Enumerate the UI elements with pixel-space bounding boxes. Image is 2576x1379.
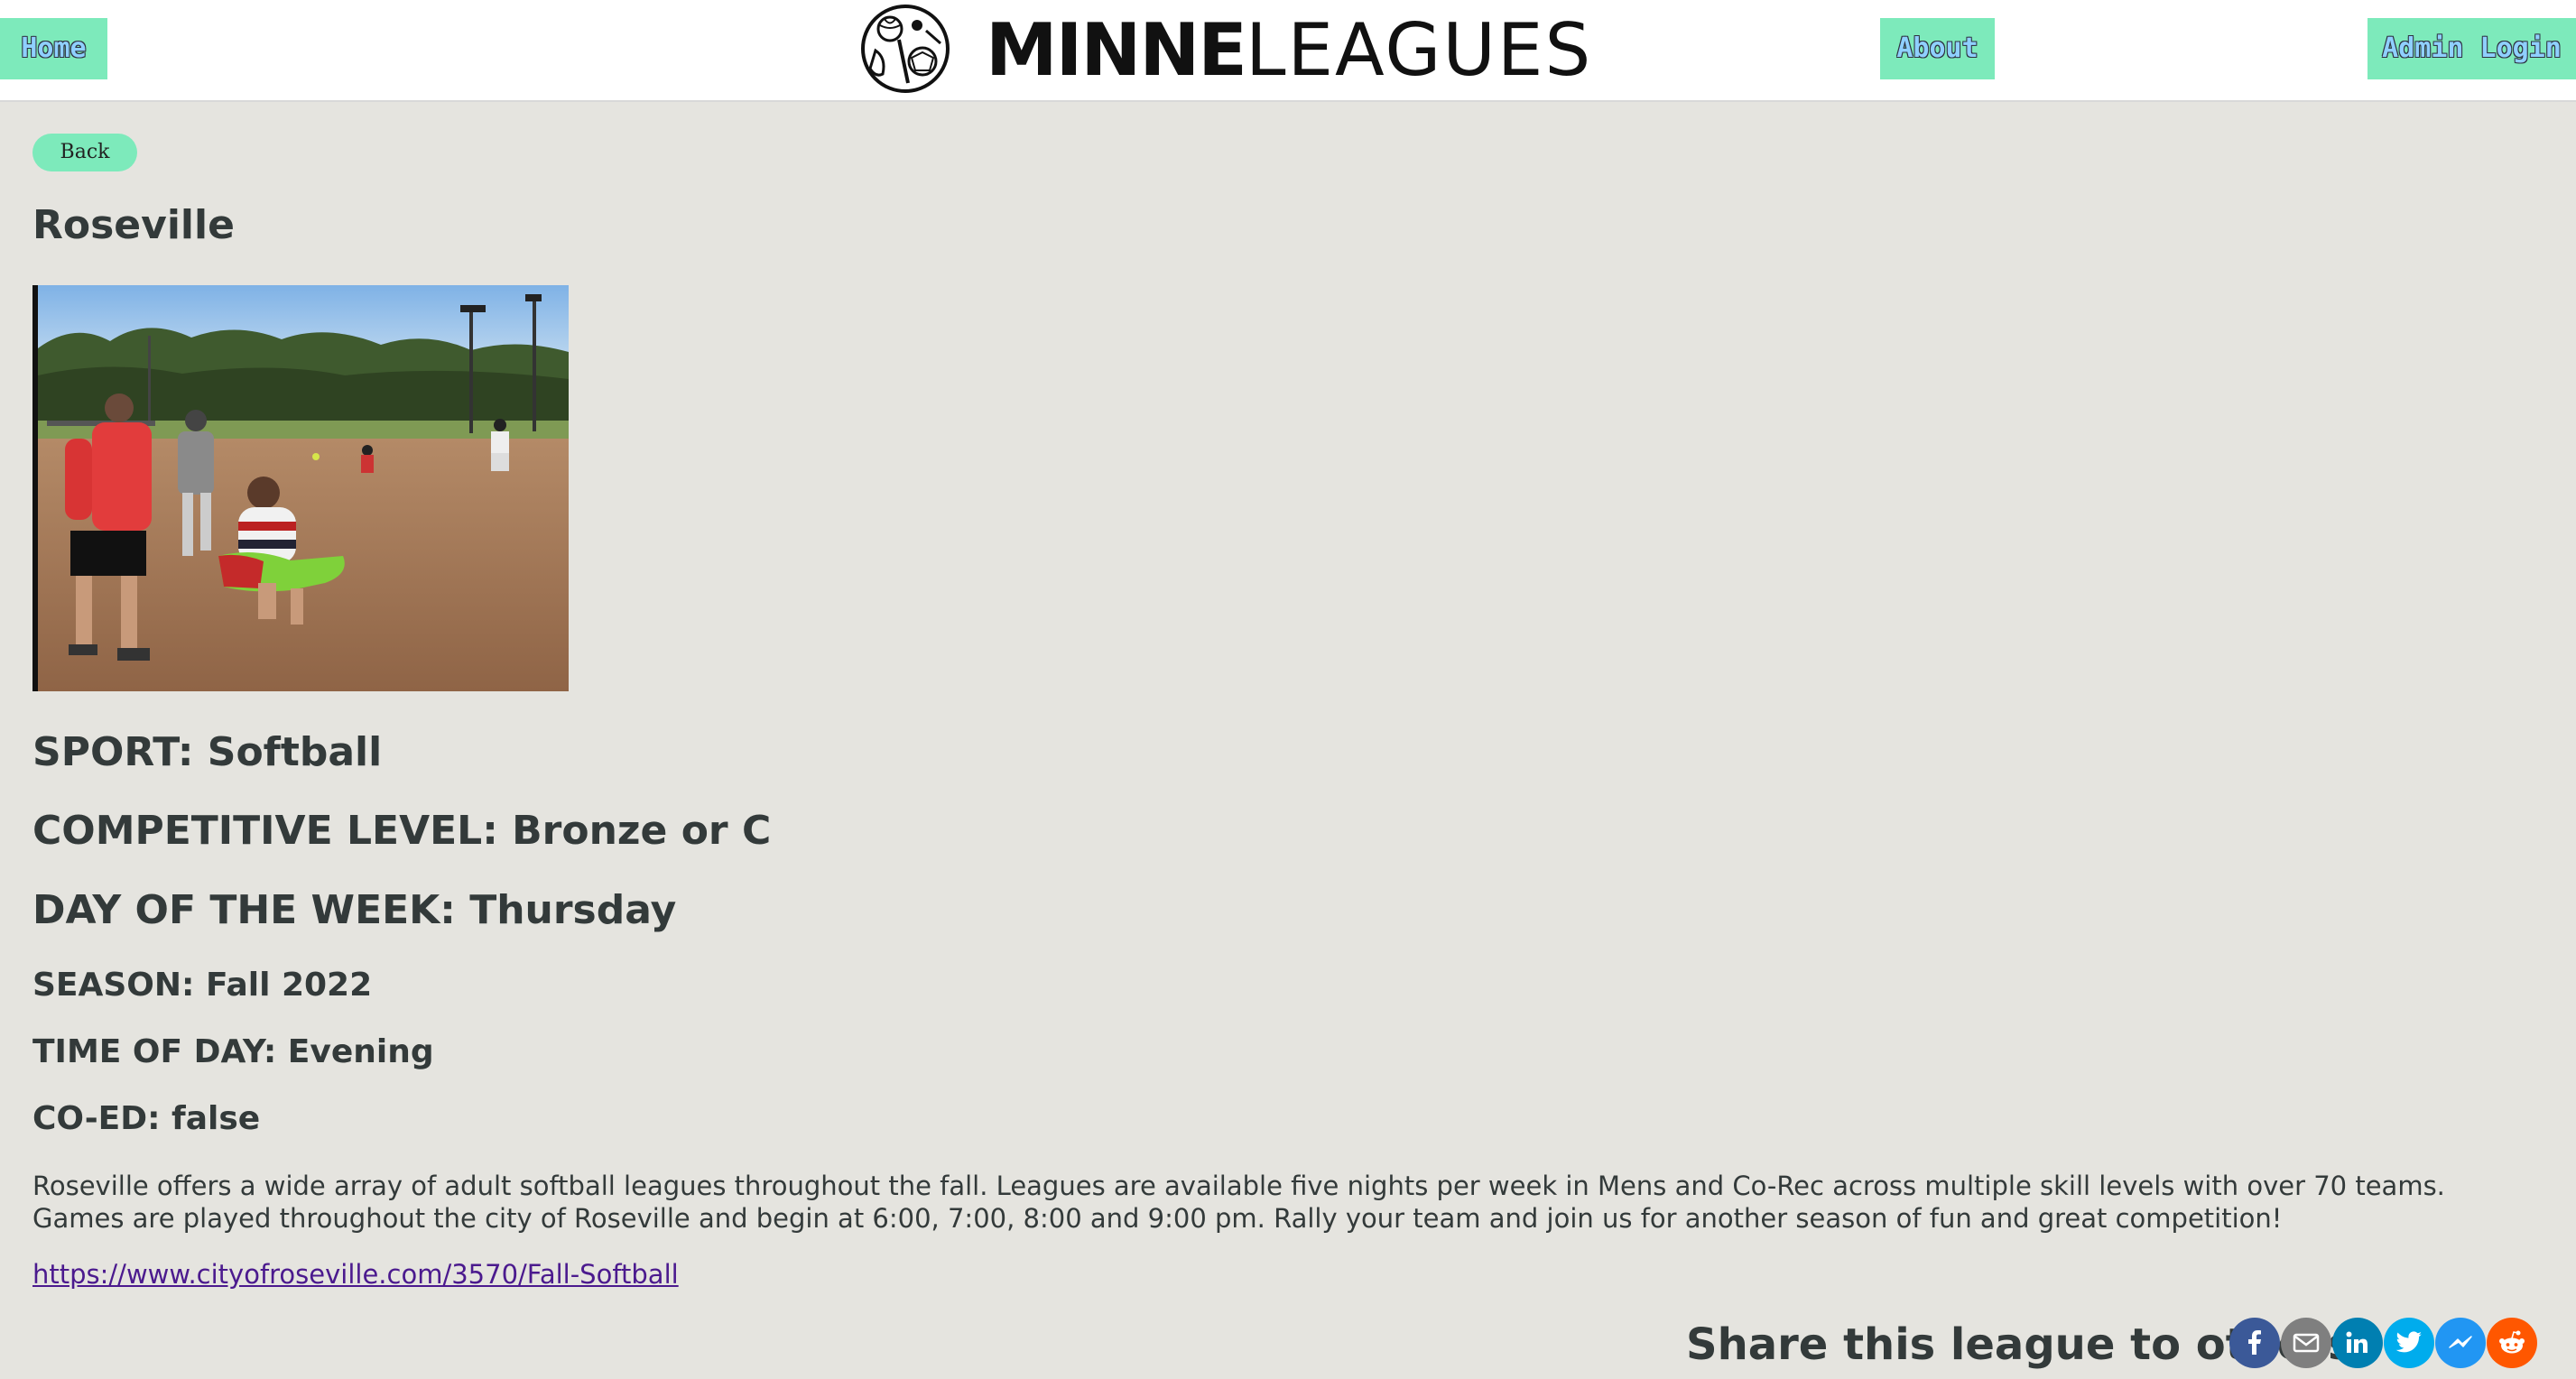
league-website-link[interactable]: https://www.cityofroseville.com/3570/Fal… bbox=[32, 1259, 679, 1290]
time-of-day-field: TIME OF DAY: Evening bbox=[32, 1033, 434, 1070]
back-button[interactable]: Back bbox=[32, 134, 137, 171]
messenger-icon[interactable] bbox=[2435, 1318, 2486, 1368]
home-button[interactable]: Home bbox=[0, 18, 107, 79]
sports-balls-logo-icon bbox=[861, 5, 950, 93]
linkedin-icon[interactable] bbox=[2332, 1318, 2383, 1368]
logo-wordmark-light: LEAGUES bbox=[1245, 8, 1593, 92]
admin-login-button[interactable]: Admin Login bbox=[2368, 18, 2576, 79]
email-icon[interactable] bbox=[2281, 1318, 2331, 1368]
share-buttons bbox=[2229, 1318, 2537, 1368]
day-of-week-field: DAY OF THE WEEK: Thursday bbox=[32, 887, 677, 933]
twitter-icon[interactable] bbox=[2384, 1318, 2434, 1368]
competitive-level-field: COMPETITIVE LEVEL: Bronze or C bbox=[32, 808, 772, 854]
league-photo bbox=[32, 285, 569, 691]
league-description: Roseville offers a wide array of adult s… bbox=[32, 1171, 2445, 1234]
logo-wordmark: MINNELEAGUES bbox=[986, 5, 1592, 96]
season-field: SEASON: Fall 2022 bbox=[32, 967, 373, 1004]
about-button[interactable]: About bbox=[1880, 18, 1995, 79]
logo-wordmark-bold: MINNE bbox=[986, 8, 1247, 92]
facebook-icon[interactable] bbox=[2229, 1318, 2280, 1368]
league-title: Roseville bbox=[32, 202, 235, 248]
reddit-icon[interactable] bbox=[2487, 1318, 2537, 1368]
sport-field: SPORT: Softball bbox=[32, 729, 383, 775]
top-nav-bar: Home MINNELEAGUES About Admin Login bbox=[0, 0, 2576, 102]
coed-field: CO-ED: false bbox=[32, 1100, 261, 1137]
